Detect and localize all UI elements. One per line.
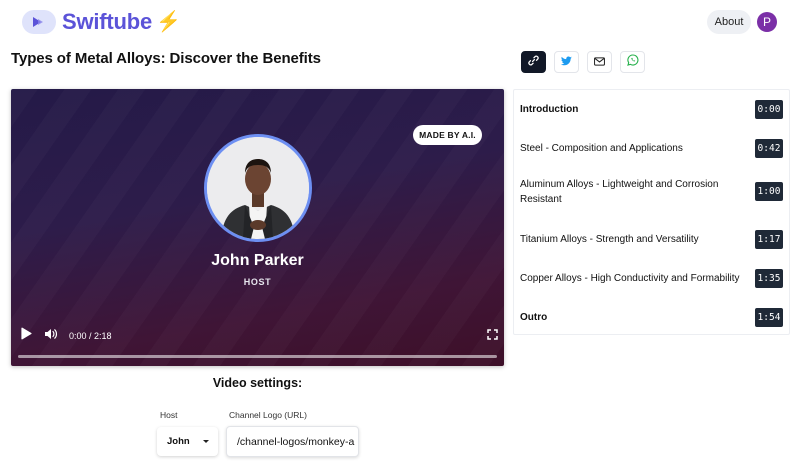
twitter-icon bbox=[560, 53, 572, 71]
host-role: HOST bbox=[243, 277, 272, 287]
chapter-item[interactable]: Outro 1:54 bbox=[514, 306, 789, 328]
chapter-timestamp[interactable]: 1:35 bbox=[755, 269, 783, 288]
chapter-item[interactable]: Introduction 0:00 bbox=[514, 98, 789, 120]
chapter-item[interactable]: Aluminum Alloys - Lightweight and Corros… bbox=[514, 177, 789, 211]
play-button[interactable] bbox=[19, 327, 33, 345]
whatsapp-icon bbox=[626, 53, 639, 71]
host-field-label: Host bbox=[160, 410, 178, 420]
chapter-timestamp[interactable]: 0:00 bbox=[755, 100, 783, 119]
video-player[interactable]: MADE BY A.I. John Parker HOST 0:00 / 2:1… bbox=[11, 89, 504, 366]
app-header: Swiftube ⚡ About P bbox=[0, 0, 800, 46]
share-whatsapp-button[interactable] bbox=[620, 51, 645, 73]
play-icon bbox=[20, 327, 32, 345]
chapter-timestamp[interactable]: 1:17 bbox=[755, 230, 783, 249]
host-avatar bbox=[204, 134, 312, 242]
chapter-list: Introduction 0:00 Steel - Composition an… bbox=[513, 89, 790, 335]
chapter-item[interactable]: Copper Alloys - High Conductivity and Fo… bbox=[514, 267, 789, 289]
chapter-title: Copper Alloys - High Conductivity and Fo… bbox=[520, 273, 740, 284]
mail-icon bbox=[594, 53, 605, 71]
copy-link-button[interactable] bbox=[521, 51, 546, 73]
chevron-down-icon bbox=[203, 440, 209, 443]
video-progress-bar[interactable] bbox=[18, 355, 497, 358]
chapter-title: Introduction bbox=[520, 104, 579, 115]
chapter-title: Aluminum Alloys - Lightweight and Corros… bbox=[520, 179, 719, 205]
host-select-value: John bbox=[167, 436, 190, 447]
video-time: 0:00 / 2:18 bbox=[69, 331, 112, 341]
fullscreen-icon bbox=[486, 327, 498, 345]
logo-field-label: Channel Logo (URL) bbox=[229, 410, 307, 420]
settings-title: Video settings: bbox=[212, 376, 303, 390]
link-icon bbox=[528, 53, 539, 71]
play-logo-icon bbox=[22, 10, 56, 34]
chapter-title: Outro bbox=[520, 312, 548, 323]
share-email-button[interactable] bbox=[587, 51, 612, 73]
channel-logo-url-input[interactable] bbox=[226, 426, 359, 457]
host-name: John Parker bbox=[211, 252, 304, 269]
lightning-icon: ⚡ bbox=[156, 11, 181, 33]
ai-badge: MADE BY A.I. bbox=[413, 125, 482, 145]
volume-icon bbox=[44, 327, 58, 345]
chapter-item[interactable]: Steel - Composition and Applications 0:4… bbox=[514, 137, 789, 159]
fullscreen-button[interactable] bbox=[485, 329, 499, 343]
chapter-timestamp[interactable]: 1:54 bbox=[755, 308, 783, 327]
app-name: Swiftube bbox=[62, 9, 153, 34]
host-select[interactable]: John bbox=[157, 427, 218, 456]
volume-button[interactable] bbox=[43, 329, 59, 343]
chapter-title: Steel - Composition and Applications bbox=[520, 143, 683, 154]
chapter-timestamp[interactable]: 0:42 bbox=[755, 139, 783, 158]
page-title: Types of Metal Alloys: Discover the Bene… bbox=[11, 50, 321, 67]
share-twitter-button[interactable] bbox=[554, 51, 579, 73]
chapter-title: Titanium Alloys - Strength and Versatili… bbox=[520, 234, 699, 245]
user-avatar[interactable]: P bbox=[757, 12, 777, 32]
chapter-item[interactable]: Titanium Alloys - Strength and Versatili… bbox=[514, 228, 789, 250]
app-logo[interactable]: Swiftube ⚡ bbox=[22, 9, 181, 35]
about-button[interactable]: About bbox=[707, 10, 751, 34]
chapter-timestamp[interactable]: 1:00 bbox=[755, 182, 783, 201]
